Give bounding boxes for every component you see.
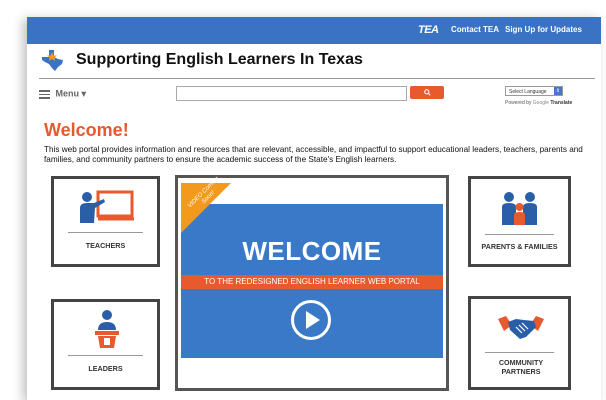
texas-logo-icon [42,50,63,71]
menu-button[interactable]: Menu ▾ [39,88,86,101]
page: TEA Contact TEA Sign Up for Updates Supp… [27,17,601,400]
caret-down-icon: ▾ [81,88,87,99]
handshake-icon [498,316,544,339]
header-divider [39,78,595,79]
teacher-icon [80,190,134,223]
play-button[interactable] [291,300,331,340]
community-partners-label: COMMUNITY PARTNERS [498,358,544,376]
welcome-heading: Welcome! [44,120,129,140]
language-select-value: Select Language [509,89,547,95]
video-title: WELCOME [242,236,382,266]
play-icon [306,311,320,329]
language-select[interactable]: Select Language ⇕ [505,86,563,96]
card-divider [485,352,554,353]
card-divider [68,232,143,233]
select-arrow-icon: ⇕ [554,87,562,95]
menu-label: Menu [55,88,80,99]
search-button[interactable] [410,86,444,99]
search-icon [423,88,431,96]
welcome-video[interactable]: WELCOME TO THE REDESIGNED ENGLISH LEARNE… [175,175,449,391]
video-subtitle: TO THE REDESIGNED ENGLISH LEARNER WEB PO… [181,275,443,289]
family-icon [502,192,537,225]
parents-families-card[interactable]: PARENTS & FAMILIES [468,176,571,267]
leaders-card[interactable]: LEADERS [51,299,160,390]
contact-tea-link[interactable]: Contact TEA [451,25,499,34]
intro-text: This web portal provides information and… [44,145,583,164]
leader-icon [95,310,119,348]
parents-families-label: PARENTS & FAMILIES [481,242,558,251]
search-input[interactable] [176,86,407,101]
tea-logo[interactable]: TEA [418,24,439,36]
top-bar: TEA Contact TEA Sign Up for Updates [27,17,601,44]
teachers-card[interactable]: TEACHERS [51,176,160,267]
sign-up-link[interactable]: Sign Up for Updates [505,25,582,34]
community-partners-card[interactable]: COMMUNITY PARTNERS [468,296,571,390]
hamburger-icon [39,88,50,101]
leaders-label: LEADERS [88,364,123,373]
card-divider [68,355,143,356]
card-divider [485,234,554,235]
site-title[interactable]: Supporting English Learners In Texas [76,51,363,69]
teachers-label: TEACHERS [85,241,126,250]
powered-by-translate: Powered by Google Translate [505,100,573,106]
